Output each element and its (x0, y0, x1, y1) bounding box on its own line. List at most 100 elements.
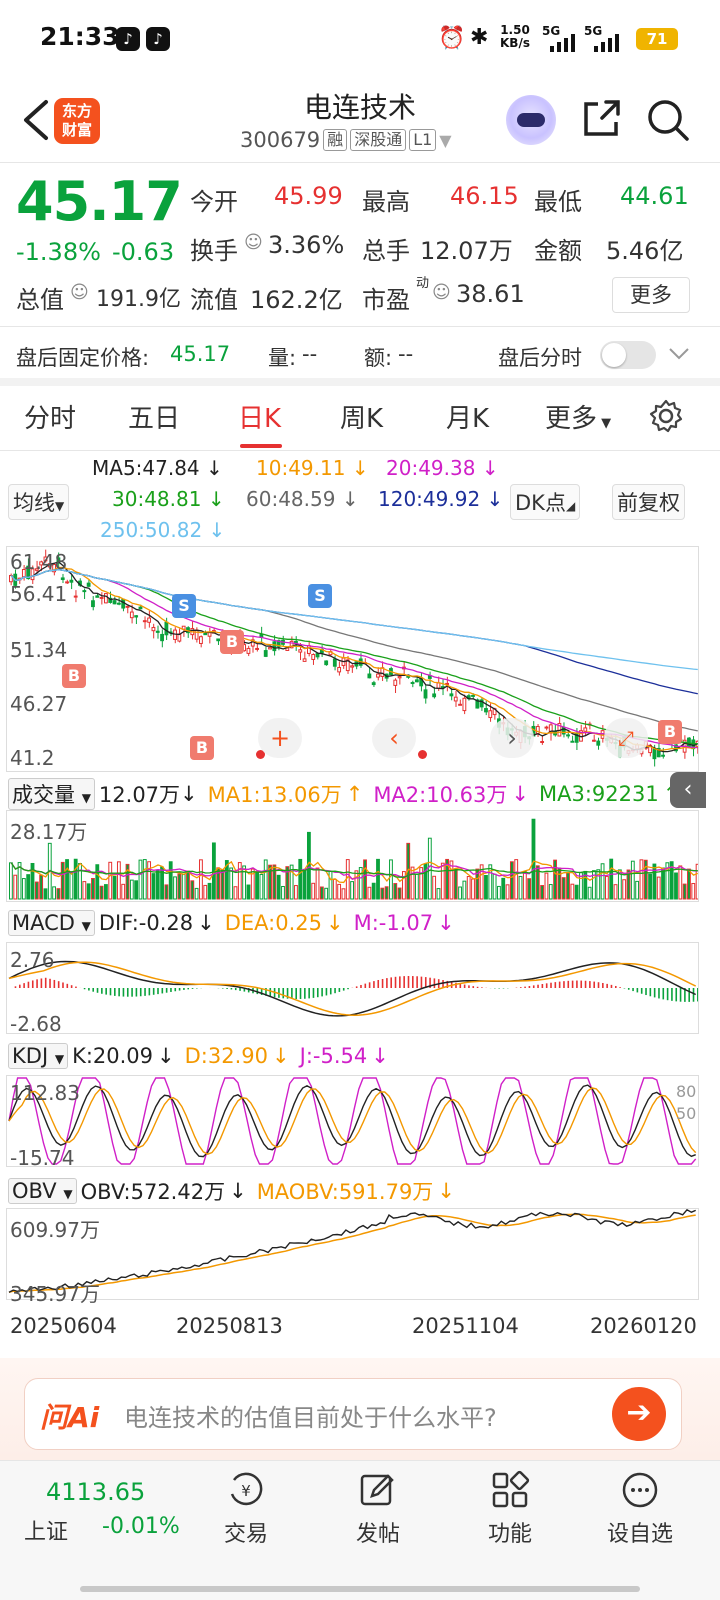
obv-line (8, 1208, 696, 1293)
macd-bar (463, 984, 466, 988)
macd-bar (187, 988, 190, 990)
volume-bar (661, 867, 665, 900)
info-icon[interactable]: ☺ (244, 232, 263, 253)
volume-bar (138, 859, 143, 900)
adjust-mode-button[interactable]: 前复权 (612, 484, 685, 520)
macd-chart[interactable] (6, 942, 699, 1034)
macd-bar (44, 977, 47, 988)
volume-bar (363, 859, 367, 900)
nav-functions[interactable]: 功能 (460, 1516, 560, 1548)
mktcap-value: 191.9亿 (96, 287, 181, 312)
maobv-line (8, 1213, 696, 1294)
nav-watchlist[interactable]: 设自选 (590, 1516, 690, 1548)
volume-bar (116, 861, 121, 900)
info-icon[interactable]: ☺ (432, 282, 451, 303)
chevron-down-icon[interactable] (668, 346, 690, 362)
tab-intraday[interactable]: 分时 (24, 398, 76, 435)
after-hours-toggle-label: 盘后分时 (498, 346, 582, 370)
ai-prompt-text[interactable]: 电连技术的估值目前处于什么水平? (124, 1398, 497, 1433)
sell-marker[interactable]: S (308, 584, 332, 608)
volume-bar (220, 869, 225, 900)
candlestick-plot (9, 549, 700, 767)
candle-body (432, 693, 437, 698)
volume-bar (168, 861, 173, 900)
macd-bar (347, 988, 349, 990)
tab-daily-k[interactable]: 日K (238, 398, 281, 435)
candle-body (116, 602, 121, 605)
macd-bar (152, 988, 155, 995)
last-price: 45.17 (16, 170, 183, 233)
volume-indicator-select[interactable]: 成交量 ▼ (8, 778, 95, 810)
volume-chart[interactable] (6, 810, 700, 902)
obv-indicator-select[interactable]: OBV ▼ (8, 1178, 77, 1204)
search-icon[interactable] (646, 98, 690, 142)
tab-weekly-k[interactable]: 周K (340, 398, 383, 435)
fullscreen-icon[interactable]: ⤢ (604, 718, 648, 758)
settings-gear-icon[interactable] (648, 398, 684, 434)
macd-bar (126, 988, 129, 997)
ma-select-dropdown[interactable]: 均线▼ (8, 484, 70, 520)
macd-bar (139, 988, 142, 997)
post-icon[interactable] (358, 1470, 398, 1510)
collapse-panel-icon[interactable]: ‹ (670, 772, 706, 808)
nav-trade[interactable]: 交易 (196, 1516, 296, 1548)
index-name[interactable]: 上证 (24, 1514, 68, 1546)
share-icon[interactable] (580, 98, 622, 140)
volume-bar (186, 870, 190, 900)
amount-value: 5.46亿 (606, 237, 684, 265)
chevron-left-icon[interactable]: ‹ (372, 718, 416, 758)
candle-body (462, 697, 467, 712)
macd-indicator-select[interactable]: MACD ▼ (8, 910, 95, 936)
index-value[interactable]: 4113.65 (46, 1478, 145, 1506)
macd-bar (342, 988, 345, 991)
more-dots-icon[interactable] (620, 1470, 660, 1510)
buy-marker[interactable]: B (658, 720, 682, 744)
tab-more[interactable]: 更多 ▼ (545, 398, 611, 435)
macd-bar (70, 985, 73, 988)
macd-bar (653, 988, 656, 998)
volume-bar (453, 868, 458, 900)
after-hours-price: 45.17 (170, 342, 231, 366)
more-button[interactable]: 更多 (612, 277, 690, 313)
dk-point-dropdown[interactable]: DK点◢ (510, 484, 581, 520)
volume-bar (60, 861, 65, 900)
macd-bar (57, 981, 60, 988)
zoom-in-icon[interactable]: + (258, 718, 302, 758)
macd-bar (373, 981, 375, 988)
buy-marker[interactable]: B (220, 630, 244, 654)
macd-bar (524, 986, 526, 988)
candle-body (160, 633, 164, 642)
obv-chart[interactable] (6, 1208, 699, 1300)
tab-five-day[interactable]: 五日 (128, 398, 180, 435)
volume-bar (548, 884, 553, 900)
ai-assistant-icon[interactable] (506, 95, 556, 145)
ma-line (10, 568, 698, 695)
kdj-indicator-select[interactable]: KDJ ▼ (8, 1043, 69, 1069)
candle-body (151, 626, 156, 632)
date-label: 20250604 (10, 1314, 117, 1338)
stock-code-line[interactable]: 300679 融 深股通 L1 ▼ (240, 128, 452, 152)
macd-bar (662, 988, 665, 1000)
kdj-chart[interactable] (6, 1075, 699, 1167)
buy-marker[interactable]: B (62, 664, 86, 688)
after-hours-volume: -- (302, 342, 318, 366)
macd-bar (183, 988, 185, 990)
macd-axis-max: 2.76 (10, 948, 55, 972)
tag-connect: 深股通 (350, 129, 407, 151)
macd-bar (191, 988, 194, 989)
page-dot (418, 750, 427, 759)
index-change[interactable]: -0.01% (102, 1514, 180, 1539)
tab-monthly-k[interactable]: 月K (446, 398, 489, 435)
macd-bar (619, 987, 621, 988)
trade-icon[interactable]: ¥ (226, 1470, 266, 1510)
chevron-right-icon[interactable]: › (490, 718, 534, 758)
functions-icon[interactable] (490, 1470, 530, 1510)
info-icon[interactable]: ☺ (70, 282, 89, 303)
sell-marker[interactable]: S (172, 594, 196, 618)
candlestick-chart[interactable] (6, 546, 700, 772)
macd-bar (53, 979, 56, 988)
arrow-right-icon[interactable]: ➔ (612, 1387, 666, 1441)
buy-marker[interactable]: B (190, 736, 214, 760)
nav-post[interactable]: 发帖 (328, 1516, 428, 1548)
after-hours-toggle[interactable] (600, 341, 656, 369)
